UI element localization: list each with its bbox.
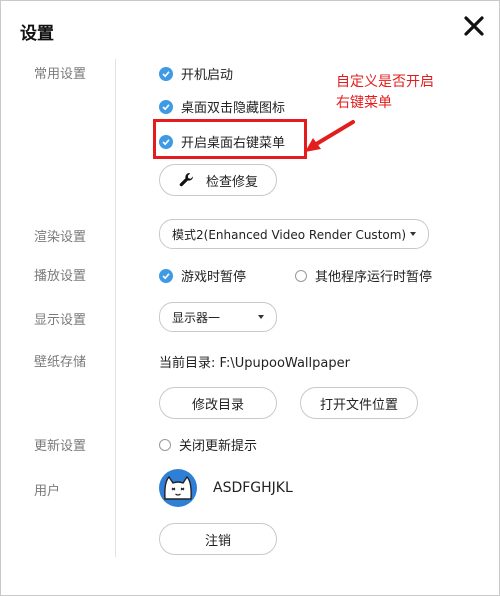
pause-on-other-program-radio[interactable]: 其他程序运行时暂停 <box>295 266 432 285</box>
open-file-location-button[interactable]: 打开文件位置 <box>300 387 418 419</box>
change-directory-label: 修改目录 <box>191 397 244 413</box>
monitor-value: 显示器一 <box>172 310 221 325</box>
current-directory: 当前目录: F:\UpupooWallpaper <box>159 352 350 371</box>
section-label-render: 渲染设置 <box>34 230 87 245</box>
monitor-select[interactable]: 显示器一 <box>159 302 277 332</box>
caret-down-icon <box>258 315 264 319</box>
highlight-box <box>153 119 307 159</box>
autostart-checkbox[interactable]: 开机启动 <box>159 64 233 83</box>
annotation-line-2: 右键菜单 <box>336 95 392 111</box>
wrench-icon <box>179 173 193 187</box>
render-mode-select[interactable]: 模式2(Enhanced Video Render Custom) <box>159 219 429 249</box>
avatar <box>158 468 198 508</box>
sidebar-divider <box>115 59 116 557</box>
double-click-hide-icons-label: 桌面双击隐藏图标 <box>181 101 286 116</box>
logout-button[interactable]: 注销 <box>159 523 277 555</box>
check-icon <box>159 99 173 114</box>
autostart-label: 开机启动 <box>181 68 234 83</box>
radio-empty-icon <box>159 438 171 451</box>
disable-update-prompt-label: 关闭更新提示 <box>179 439 258 454</box>
section-label-playback: 播放设置 <box>34 269 87 284</box>
render-mode-value: 模式2(Enhanced Video Render Custom) <box>172 227 407 242</box>
avatar-cat-icon <box>159 469 197 507</box>
current-directory-label: 当前目录: <box>159 356 216 371</box>
pause-on-game-label: 游戏时暂停 <box>181 270 247 285</box>
current-directory-value: F:\UpupooWallpaper <box>219 356 350 371</box>
logout-button-label: 注销 <box>204 533 231 549</box>
section-label-display: 显示设置 <box>34 313 87 328</box>
change-directory-button[interactable]: 修改目录 <box>159 387 277 419</box>
check-icon <box>159 268 173 283</box>
pause-on-other-program-label: 其他程序运行时暂停 <box>315 270 433 285</box>
disable-update-prompt-radio[interactable]: 关闭更新提示 <box>159 435 257 454</box>
open-file-location-label: 打开文件位置 <box>319 397 398 413</box>
double-click-hide-icons-checkbox[interactable]: 桌面双击隐藏图标 <box>159 97 285 116</box>
repair-button[interactable]: 检查修复 <box>159 164 277 196</box>
pause-on-game-radio[interactable]: 游戏时暂停 <box>159 266 246 285</box>
close-icon <box>464 16 484 36</box>
repair-button-label: 检查修复 <box>205 174 258 190</box>
annotation-text: 自定义是否开启 右键菜单 <box>336 72 434 114</box>
section-label-storage: 壁纸存储 <box>34 355 87 370</box>
close-button[interactable] <box>463 15 485 37</box>
username: ASDFGHJKL <box>213 480 293 496</box>
annotation-line-1: 自定义是否开启 <box>336 74 434 90</box>
check-icon <box>159 66 173 81</box>
annotation-arrow-icon <box>305 120 355 152</box>
section-label-general: 常用设置 <box>34 67 87 82</box>
window-title: 设置 <box>20 24 54 44</box>
radio-empty-icon <box>295 269 307 282</box>
section-label-user: 用户 <box>34 484 61 499</box>
section-label-update: 更新设置 <box>34 439 87 454</box>
caret-down-icon <box>410 232 416 236</box>
